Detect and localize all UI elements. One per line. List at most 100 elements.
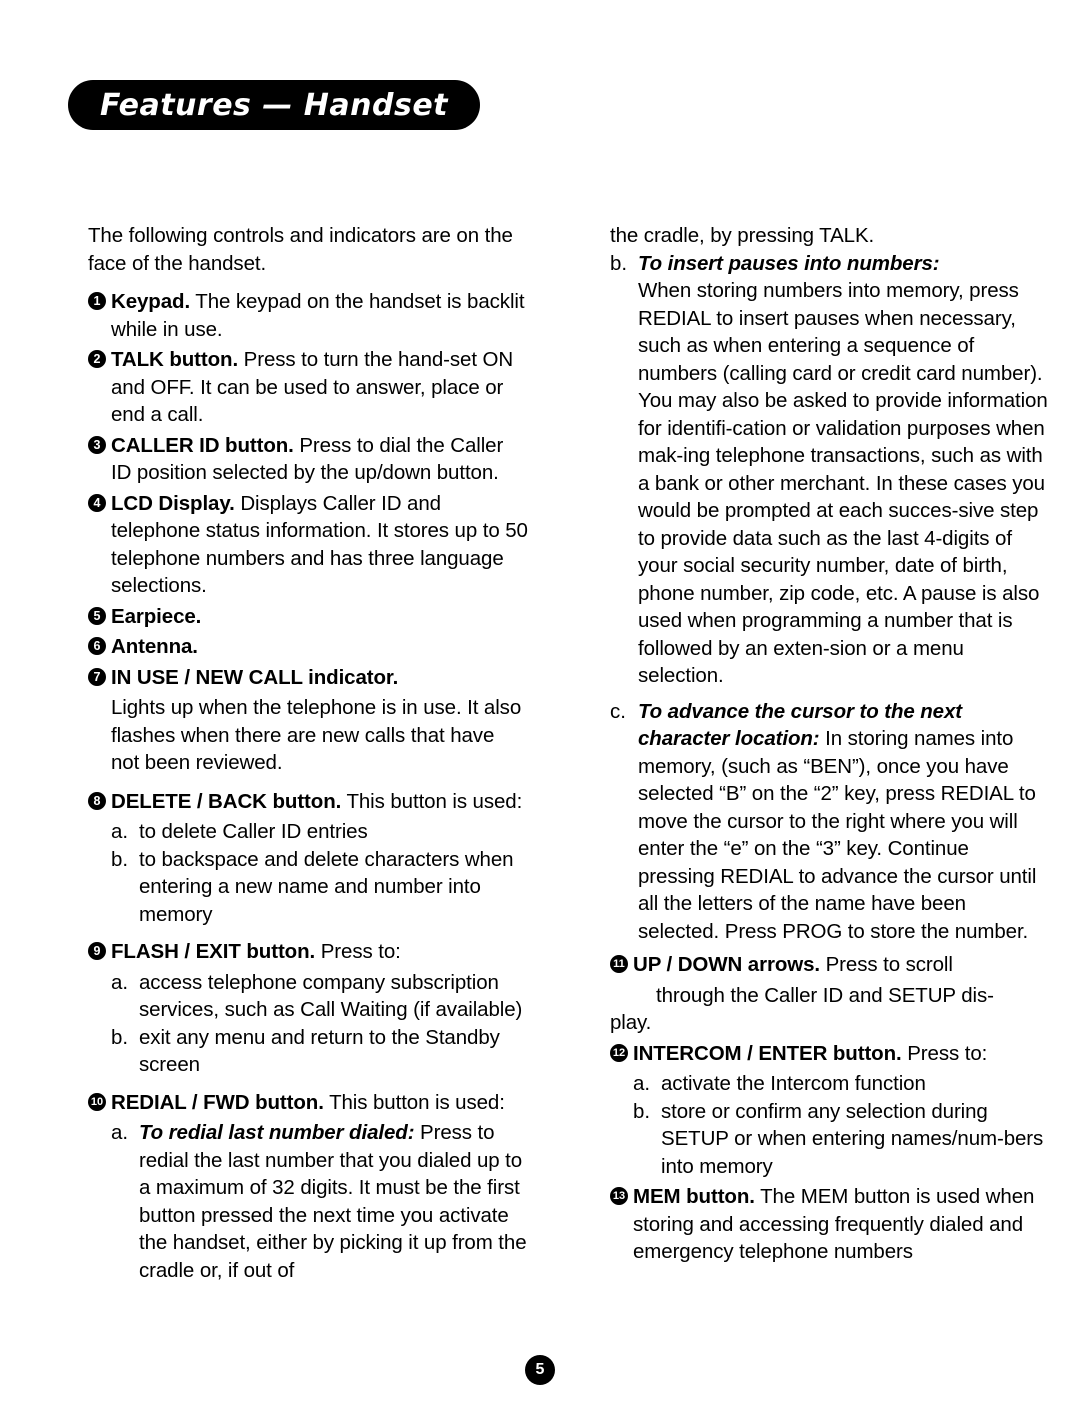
sub-text: To insert pauses into numbers: When stori…	[638, 250, 1050, 690]
item-12-sublist: a. activate the Intercom function b. sto…	[610, 1070, 1050, 1180]
item-number-badge: 12	[610, 1043, 628, 1062]
page-title: Features — Handset	[99, 87, 449, 123]
item-body: Press to scroll	[820, 953, 953, 976]
sub-letter: b.	[111, 1025, 129, 1049]
feature-item-4: 4 LCD Display. Displays Caller ID and te…	[88, 490, 528, 600]
item-text: CALLER ID button. Press to dial the Call…	[111, 432, 528, 487]
item-text: Earpiece.	[111, 603, 528, 631]
item-text: Antenna.	[111, 633, 528, 661]
sub-letter: b.	[633, 1099, 651, 1123]
item-label: LCD Display.	[111, 491, 235, 515]
item-9-sublist: a. access telephone company subscription…	[88, 969, 528, 1079]
item-label: TALK button.	[111, 348, 239, 371]
continued-text: the cradle, by pressing TALK.	[610, 224, 875, 247]
item-number-badge: 10	[88, 1092, 106, 1111]
feature-item-1: 1 Keypad. The keypad on the handset is b…	[88, 288, 528, 343]
sub-letter: b.	[111, 847, 129, 871]
item-label: DELETE / BACK button.	[111, 789, 342, 813]
sub-item-b: b. exit any menu and return to the Stand…	[111, 1024, 528, 1079]
feature-item-10: 10 REDIAL / FWD button. This button is u…	[88, 1089, 528, 1117]
item-label: IN USE / NEW CALL indicator.	[111, 665, 399, 689]
page-number-badge: 5	[525, 1355, 555, 1385]
sub-item-a: a. To redial last number dialed: Press t…	[111, 1119, 528, 1284]
feature-item-9: 9 FLASH / EXIT button. Press to:	[88, 938, 528, 966]
sub-body: Press to redial the last number that you…	[139, 1121, 527, 1282]
feature-item-11: 11 UP / DOWN arrows. Press to scroll	[610, 951, 1050, 979]
feature-item-13: 13 MEM button. The MEM button is used wh…	[610, 1183, 1050, 1266]
sub-text: to delete Caller ID entries	[139, 820, 368, 843]
sub-letter: c.	[610, 699, 626, 723]
item-text: REDIAL / FWD button. This button is used…	[111, 1089, 528, 1117]
item-label: Earpiece.	[111, 604, 202, 628]
item-label: Antenna.	[111, 635, 198, 658]
item-number-badge: 5	[88, 606, 106, 625]
item-number-badge: 3	[88, 435, 106, 454]
item-label: Keypad.	[111, 290, 191, 313]
item-text: MEM button. The MEM button is used when …	[633, 1183, 1050, 1266]
sub-text: store or confirm any selection during SE…	[661, 1099, 1044, 1178]
item-text: FLASH / EXIT button. Press to:	[111, 938, 528, 966]
item-body: Press to:	[315, 940, 401, 963]
item-body: This button is used:	[341, 789, 523, 813]
item-number-badge: 8	[88, 791, 106, 810]
item-text: INTERCOM / ENTER button. Press to:	[633, 1040, 1050, 1068]
item-text: UP / DOWN arrows. Press to scroll	[633, 951, 1050, 979]
item-number-badge: 6	[88, 637, 106, 655]
item-number-badge: 4	[88, 493, 106, 512]
item-number-badge: 11	[610, 955, 628, 973]
sub-text: To advance the cursor to the next charac…	[638, 698, 1050, 946]
sub-item-a: a. activate the Intercom function	[633, 1070, 1050, 1098]
sub-emphasis: To insert pauses into numbers:	[638, 251, 940, 275]
feature-item-12: 12 INTERCOM / ENTER button. Press to:	[610, 1040, 1050, 1068]
item-label: FLASH / EXIT button.	[111, 940, 316, 963]
feature-item-2: 2 TALK button. Press to turn the hand-se…	[88, 346, 528, 429]
item-number-badge: 7	[88, 667, 106, 686]
sub-body: When storing numbers into memory, press …	[638, 279, 1048, 687]
item-body: Press to:	[901, 1041, 988, 1065]
sub-letter: a.	[111, 820, 129, 843]
item-10-sublist: a. To redial last number dialed: Press t…	[88, 1119, 528, 1284]
feature-item-6: 6 Antenna.	[88, 633, 528, 661]
sub-text: activate the Intercom function	[661, 1072, 926, 1095]
item-8-sublist: a. to delete Caller ID entries b. to bac…	[88, 818, 528, 928]
sub-letter: a.	[111, 1121, 129, 1144]
feature-item-8: 8 DELETE / BACK button. This button is u…	[88, 788, 528, 816]
sub-item-a: a. to delete Caller ID entries	[111, 818, 528, 846]
sub-letter: b.	[610, 251, 628, 275]
sub-emphasis: To redial last number dialed:	[139, 1121, 415, 1144]
feature-item-5: 5 Earpiece.	[88, 603, 528, 631]
left-column: The following controls and indicators ar…	[88, 222, 528, 1284]
sub-text: To redial last number dialed: Press to r…	[139, 1119, 528, 1284]
feature-item-7: 7 IN USE / NEW CALL indicator.	[88, 664, 528, 692]
sub-item-a: a. access telephone company subscription…	[111, 969, 528, 1024]
sub-text: exit any menu and return to the Standby …	[139, 1025, 500, 1077]
right-column: the cradle, by pressing TALK. b. To inse…	[610, 222, 1050, 1269]
sub-item-c-cursor: c. To advance the cursor to the next cha…	[610, 698, 1050, 946]
item-number-badge: 1	[88, 292, 106, 310]
item-text: TALK button. Press to turn the hand-set …	[111, 346, 528, 429]
item-label: REDIAL / FWD button.	[111, 1090, 324, 1114]
item-number-badge: 9	[88, 942, 106, 960]
manual-page: Features — Handset The following control…	[0, 0, 1080, 1412]
sub-body: In storing names into memory, (such as “…	[638, 727, 1037, 943]
sub-text: to backspace and delete characters when …	[139, 847, 514, 926]
sub-item-b: b. store or confirm any selection during…	[633, 1098, 1050, 1181]
intro-paragraph: The following controls and indicators ar…	[88, 224, 513, 275]
item-label: UP / DOWN arrows.	[633, 953, 821, 976]
item-11-body-line2: through the Caller ID and SETUP dis-	[656, 983, 994, 1007]
item-text: Keypad. The keypad on the handset is bac…	[111, 288, 528, 343]
item-body: This button is used:	[323, 1090, 505, 1114]
sub-item-b-pauses: b. To insert pauses into numbers: When st…	[610, 250, 1050, 690]
feature-item-3: 3 CALLER ID button. Press to dial the Ca…	[88, 432, 528, 487]
item-text: LCD Display. Displays Caller ID and tele…	[111, 490, 528, 600]
item-7-description: Lights up when the telephone is in use. …	[111, 696, 522, 774]
item-number-badge: 2	[88, 350, 106, 368]
item-11-body-line3: play.	[610, 1011, 652, 1034]
sub-text: access telephone company subscription se…	[139, 970, 523, 1022]
item-label: CALLER ID button.	[111, 433, 294, 457]
item-label: INTERCOM / ENTER button.	[633, 1041, 902, 1065]
sub-letter: a.	[633, 1072, 651, 1095]
item-number-badge: 13	[610, 1187, 628, 1205]
item-text: DELETE / BACK button. This button is use…	[111, 788, 528, 816]
sub-item-b: b. to backspace and delete characters wh…	[111, 846, 528, 929]
